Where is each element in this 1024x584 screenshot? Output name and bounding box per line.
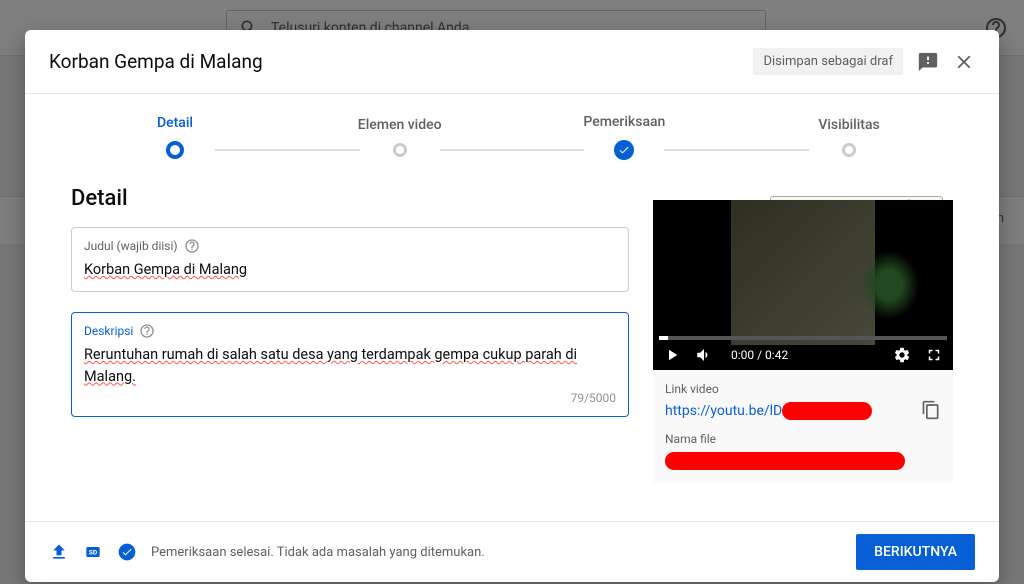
video-thumb [731, 200, 875, 345]
volume-icon[interactable] [695, 346, 713, 364]
svg-text:SD: SD [89, 549, 98, 557]
upload-icon[interactable] [49, 542, 69, 562]
step-detail[interactable]: Detail [135, 115, 215, 159]
upload-modal: Korban Gempa di Malang Disimpan sebagai … [25, 30, 999, 582]
step-checks[interactable]: Pemeriksaan [584, 114, 664, 160]
help-icon[interactable] [139, 323, 155, 339]
preview-column: ▶ Download this video ? ✕ 0:00 / 0:42 [653, 186, 953, 505]
copy-icon[interactable] [921, 400, 941, 420]
feedback-icon[interactable] [917, 51, 939, 73]
file-label: Nama file [665, 432, 941, 446]
close-icon[interactable] [953, 51, 975, 73]
video-meta: Link video https://youtu.be/lD Nama file [653, 370, 953, 482]
draft-status: Disimpan sebagai draf [753, 48, 903, 75]
description-field[interactable]: Deskripsi Reruntuhan rumah di salah satu… [71, 312, 629, 417]
check-status: Pemeriksaan selesai. Tidak ada masalah y… [151, 545, 485, 560]
video-preview[interactable]: 0:00 / 0:42 [653, 200, 953, 370]
form-column: Detail Judul (wajib diisi) Korban Gempa … [71, 186, 629, 505]
modal-header: Korban Gempa di Malang Disimpan sebagai … [25, 30, 999, 94]
help-icon[interactable] [184, 238, 200, 254]
stepper: Detail Elemen video Pemeriksaan Visibili… [25, 94, 999, 170]
play-icon[interactable] [663, 346, 681, 364]
sd-icon[interactable]: SD [83, 542, 103, 562]
gear-icon[interactable] [893, 346, 911, 364]
description-input[interactable]: Reruntuhan rumah di salah satu desa yang… [84, 344, 616, 388]
modal-title: Korban Gempa di Malang [49, 50, 263, 73]
next-button[interactable]: BERIKUTNYA [856, 534, 975, 570]
step-elements[interactable]: Elemen video [360, 117, 440, 157]
modal-footer: SD Pemeriksaan selesai. Tidak ada masala… [25, 521, 999, 582]
section-title: Detail [71, 186, 629, 211]
char-counter: 79/5000 [84, 391, 616, 405]
fullscreen-icon[interactable] [925, 346, 943, 364]
title-field[interactable]: Judul (wajib diisi) Korban Gempa di Mala… [71, 227, 629, 292]
title-input[interactable]: Korban Gempa di Malang [84, 259, 616, 281]
link-label: Link video [665, 382, 941, 396]
redacted [782, 402, 872, 420]
time-display: 0:00 / 0:42 [731, 348, 788, 362]
redacted [665, 452, 905, 470]
player-controls: 0:00 / 0:42 [653, 340, 953, 370]
step-visibility[interactable]: Visibilitas [809, 117, 889, 157]
video-link[interactable]: https://youtu.be/lD [665, 403, 782, 419]
modal-body: Detail Judul (wajib diisi) Korban Gempa … [25, 170, 999, 521]
check-circle-icon [117, 542, 137, 562]
